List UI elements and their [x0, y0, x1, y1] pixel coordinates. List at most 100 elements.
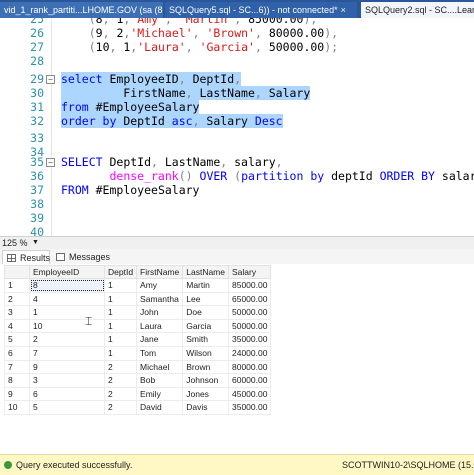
- grid-cell[interactable]: 65000.00: [227, 291, 272, 307]
- grid-cell[interactable]: 9: [29, 359, 105, 375]
- column-header[interactable]: LastName: [182, 265, 229, 279]
- grid-cell[interactable]: 1: [103, 278, 138, 293]
- table-row[interactable]: 6 7 1 Tom Wilson 24000.00: [4, 345, 272, 361]
- grid-cell[interactable]: Amy: [136, 278, 184, 293]
- row-number[interactable]: 6: [4, 345, 30, 361]
- collapse-toggle-icon[interactable]: −: [46, 158, 55, 167]
- row-number[interactable]: 5: [4, 332, 30, 347]
- zoom-level[interactable]: 125 %: [2, 237, 28, 249]
- table-row[interactable]: 1 8 1 Amy Martin 85000.00: [4, 278, 272, 293]
- tab-sqlquery2[interactable]: SQLQuery2.sql - SC....LearnSQL (s: [361, 2, 474, 18]
- grid-cell[interactable]: Laura: [136, 318, 184, 334]
- grid-cell[interactable]: 50000.00: [227, 318, 272, 334]
- grid-cell[interactable]: 35000.00: [227, 332, 272, 347]
- row-number[interactable]: 8: [4, 373, 30, 388]
- grid-cell[interactable]: 4: [29, 291, 105, 307]
- collapse-toggle-icon[interactable]: −: [46, 75, 55, 84]
- grid-cell[interactable]: 10: [29, 318, 105, 334]
- grid-cell[interactable]: 5: [29, 400, 105, 415]
- grid-cell[interactable]: Doe: [182, 305, 229, 320]
- code-line[interactable]: (8, 1,'Amy', 'Martin', 85000.00),: [61, 18, 318, 26]
- grid-cell[interactable]: 1: [103, 345, 138, 361]
- grid-cell[interactable]: Samantha: [136, 291, 184, 307]
- grid-cell[interactable]: 1: [103, 305, 138, 320]
- column-header[interactable]: Salary: [227, 265, 272, 279]
- query-editor[interactable]: 25 26 27 28 29 30 31 32 33 34 35 36 37 3…: [0, 18, 474, 236]
- row-number[interactable]: 2: [4, 291, 30, 307]
- tab-results[interactable]: Results: [2, 250, 50, 264]
- code-line[interactable]: FROM #EmployeeSalary: [61, 183, 199, 197]
- grid-cell[interactable]: Lee: [182, 291, 229, 307]
- code-line[interactable]: SELECT DeptId, LastName, salary,: [61, 155, 283, 169]
- grid-cell[interactable]: 6: [29, 386, 105, 402]
- grid-cell[interactable]: 1: [103, 318, 138, 334]
- grid-cell[interactable]: 85000.00: [227, 278, 272, 293]
- grid-cell[interactable]: 45000.00: [227, 386, 272, 402]
- grid-cell[interactable]: 7: [29, 345, 105, 361]
- code-line[interactable]: dense_rank() OVER (partition by deptId O…: [61, 169, 474, 183]
- grid-cell[interactable]: Garcia: [182, 318, 229, 334]
- table-row[interactable]: 5 2 1 Jane Smith 35000.00: [4, 332, 272, 347]
- code-line-selected[interactable]: from #EmployeeSalary: [61, 100, 200, 114]
- column-header[interactable]: EmployeeID: [29, 265, 105, 279]
- row-number-header[interactable]: [4, 265, 30, 279]
- grid-cell[interactable]: 80000.00: [227, 359, 272, 375]
- table-row[interactable]: 3 1 1 John Doe 50000.00: [4, 305, 272, 320]
- code-line-selected[interactable]: select EmployeeID, DeptId,: [61, 72, 242, 86]
- tab-results-label: Results: [20, 253, 51, 263]
- tab-rank-partition-query[interactable]: vid_1_rank_partiti...LHOME.GOV (sa (81))…: [0, 2, 163, 18]
- table-row[interactable]: 7 9 2 Michael Brown 80000.00: [4, 359, 272, 375]
- grid-cell[interactable]: 2: [103, 359, 138, 375]
- code-line[interactable]: (9, 2,'Michael', 'Brown', 80000.00),: [61, 26, 338, 40]
- grid-cell[interactable]: 1: [29, 305, 105, 320]
- code-line-selected[interactable]: order by DeptId asc, Salary Desc: [61, 114, 283, 128]
- row-number[interactable]: 10: [4, 400, 30, 415]
- grid-cell[interactable]: Martin: [182, 278, 229, 293]
- grid-cell-selected[interactable]: 8: [29, 278, 105, 293]
- table-row[interactable]: 10 5 2 David Davis 35000.00: [4, 400, 272, 415]
- grid-cell[interactable]: 50000.00: [227, 305, 272, 320]
- grid-cell[interactable]: 2: [103, 400, 138, 415]
- grid-cell[interactable]: 24000.00: [227, 345, 272, 361]
- grid-cell[interactable]: 35000.00: [227, 400, 272, 415]
- column-header[interactable]: FirstName: [136, 265, 184, 279]
- grid-cell[interactable]: 2: [103, 386, 138, 402]
- results-grid-icon: [7, 254, 16, 262]
- table-row[interactable]: 8 3 2 Bob Johnson 60000.00: [4, 373, 272, 388]
- code-line-selected[interactable]: FirstName, LastName, Salary: [61, 86, 311, 100]
- grid-cell[interactable]: Michael: [136, 359, 184, 375]
- row-number[interactable]: 3: [4, 305, 30, 320]
- grid-cell[interactable]: Davis: [182, 400, 229, 415]
- grid-cell[interactable]: Smith: [182, 332, 229, 347]
- grid-cell[interactable]: David: [136, 400, 184, 415]
- grid-cell[interactable]: Emily: [136, 386, 184, 402]
- row-number[interactable]: 7: [4, 359, 30, 375]
- grid-cell[interactable]: Wilson: [182, 345, 229, 361]
- grid-cell[interactable]: Johnson: [182, 373, 229, 388]
- table-row[interactable]: 4 10 1 Laura Garcia 50000.00: [4, 318, 272, 334]
- grid-cell[interactable]: Jane: [136, 332, 184, 347]
- column-header[interactable]: DeptId: [103, 265, 138, 279]
- zoom-dropdown-icon[interactable]: ▼: [32, 237, 39, 249]
- code-line[interactable]: (10, 1,'Laura', 'Garcia', 50000.00);: [61, 40, 338, 54]
- grid-cell[interactable]: Jones: [182, 386, 229, 402]
- grid-cell[interactable]: 1: [103, 332, 138, 347]
- results-grid[interactable]: EmployeeID DeptId FirstName LastName Sal…: [4, 265, 272, 415]
- grid-cell[interactable]: Brown: [182, 359, 229, 375]
- table-row[interactable]: 2 4 1 Samantha Lee 65000.00: [4, 291, 272, 307]
- grid-cell[interactable]: 1: [103, 291, 138, 307]
- table-row[interactable]: 9 6 2 Emily Jones 45000.00: [4, 386, 272, 402]
- grid-cell[interactable]: John: [136, 305, 184, 320]
- grid-cell[interactable]: Tom: [136, 345, 184, 361]
- grid-cell[interactable]: Bob: [136, 373, 184, 388]
- tab-sqlquery5[interactable]: SQLQuery5.sql - SC...6)) - not connected…: [165, 2, 357, 18]
- grid-cell[interactable]: 3: [29, 373, 105, 388]
- tab-messages[interactable]: Messages: [52, 250, 112, 264]
- grid-cell[interactable]: 2: [29, 332, 105, 347]
- row-number[interactable]: 1: [4, 278, 30, 293]
- grid-cell[interactable]: 60000.00: [227, 373, 272, 388]
- close-tab-icon[interactable]: ×: [341, 5, 346, 15]
- row-number[interactable]: 9: [4, 386, 30, 402]
- grid-cell[interactable]: 2: [103, 373, 138, 388]
- row-number[interactable]: 4: [4, 318, 30, 334]
